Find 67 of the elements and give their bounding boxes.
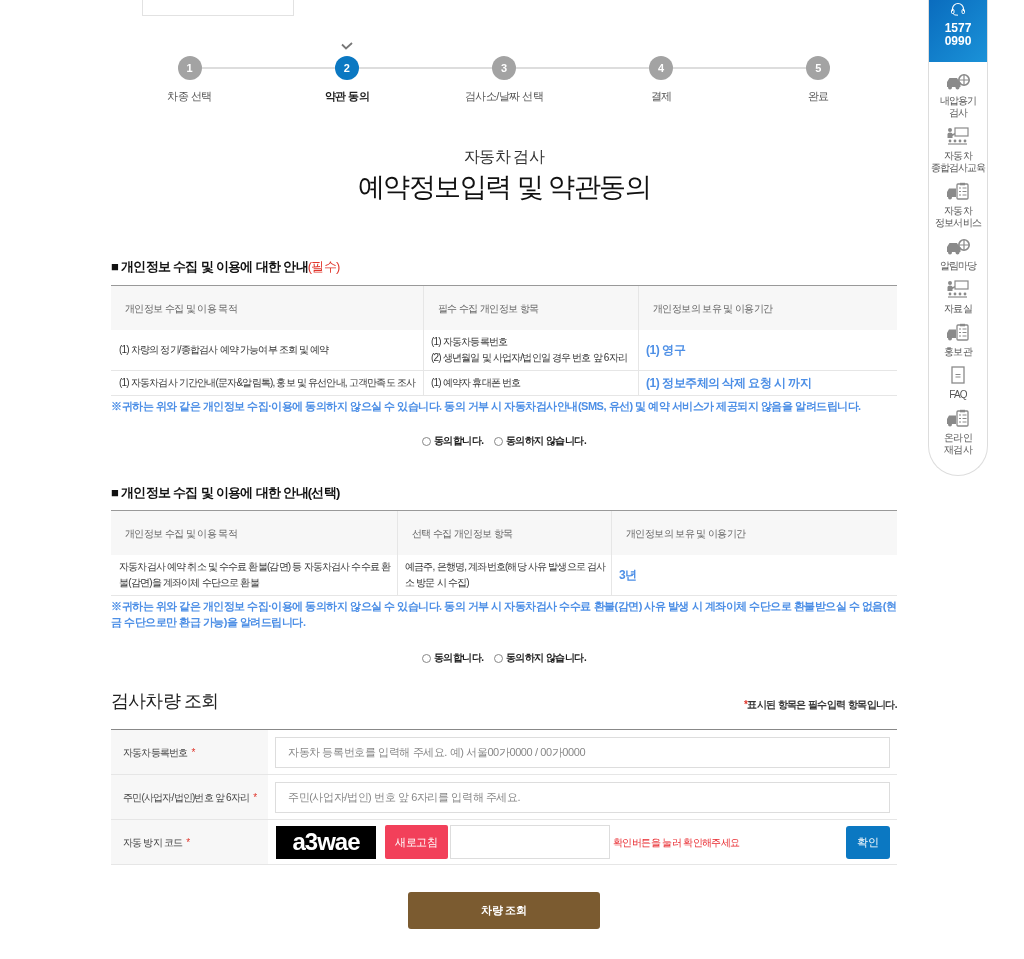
captcha-input-field[interactable]: [450, 825, 610, 859]
confirm-button[interactable]: 확인: [846, 825, 890, 859]
column-header: 개인정보의 보유 및 이용기간: [611, 511, 897, 555]
car-clipboard-icon: [946, 409, 970, 427]
presenter-icon: [946, 280, 970, 298]
radio-option[interactable]: 동의합니다.: [421, 434, 484, 448]
refresh-button[interactable]: 새로고침: [385, 825, 448, 859]
column-header: 필수 수집 개인정보 항목: [423, 286, 638, 330]
radio-icon[interactable]: [493, 653, 503, 663]
column-header: 개인정보 수집 및 이용 목적: [111, 511, 397, 555]
quick-menu-item[interactable]: 자동차 정보서비스: [935, 182, 981, 229]
radio-option[interactable]: 동의하지 않습니다.: [493, 651, 587, 665]
cell-text: (1) 정보주체의 삭제 요청 시 까지: [646, 375, 813, 391]
step-label: 완료: [807, 89, 829, 103]
cell-text: 3년: [619, 567, 638, 583]
vehicle-lookup-button[interactable]: 차량 조회: [408, 892, 600, 929]
notice-text: ※귀하는 위와 같은 개인정보 수집·이용에 동의하지 않으실 수 있습니다. 동의 거부 시 자동차검사 수수료 환불(감면) 사유 발생 시 계좌이체 수단으로 환불받으실 수 없음(현금 수단으로만 환급 가능)을 알려드립니다.: [111, 599, 897, 630]
notice-text: ※귀하는 위와 같은 개인정보 수집·이용에 동의하지 않으실 수 있습니다. 동의 거부 시 자동차검사안내(SMS, 유선) 및 예약 서비스가 제공되지 않음을 알려드립니다.: [111, 399, 862, 414]
field-label: 자동 방지 코드 *: [111, 820, 268, 864]
column-header: 선택 수집 개인정보 항목: [397, 511, 611, 555]
check-icon: [340, 42, 353, 50]
cell-text: (1) 예약자 휴대폰 번호: [431, 376, 522, 390]
radio-option[interactable]: 동의합니다.: [421, 651, 484, 665]
text-input-field[interactable]: 주민(사업자/법인) 번호 앞 6자리를 입력해 주세요.: [275, 781, 890, 813]
quick-menu-item[interactable]: 내압용기 검사: [939, 72, 977, 119]
section-heading: ■ 개인정보 수집 및 이용에 대한 안내(선택): [111, 485, 341, 501]
radio-option[interactable]: 동의하지 않습니다.: [493, 434, 587, 448]
page-subtitle: 자동차 검사: [464, 147, 544, 167]
car-shield-icon: [946, 237, 970, 255]
radio-icon[interactable]: [421, 436, 431, 446]
cell-text: (2) 생년월일 및 사업자/법인일 경우 번호 앞 6자리: [431, 351, 628, 365]
headset-icon: [950, 2, 966, 16]
required-note: *표시된 항목은 필수입력 항목입니다.: [744, 699, 897, 712]
section-heading: ■ 개인정보 수집 및 이용에 대한 안내(필수): [111, 259, 341, 275]
radio-icon[interactable]: [493, 436, 503, 446]
quick-menu-item[interactable]: 온라인 재검사: [944, 409, 972, 456]
captcha-image: a3wae: [276, 825, 376, 859]
field-label: 주민(사업자/법인)번호 앞 6자리 *: [111, 775, 268, 819]
quick-menu-item[interactable]: 알림마당: [939, 237, 977, 272]
section-title: 검사차량 조회: [111, 690, 219, 713]
quick-menu-item[interactable]: 자동차 종합검사교육: [930, 127, 986, 174]
captcha-message: 확인버튼을 눌러 확인해주세요: [613, 835, 740, 850]
step-label: 차종 선택: [167, 89, 212, 103]
cell-text: (1) 차량의 정기/종합검사 예약 가능여부 조회 및 예약: [119, 343, 330, 357]
phone-number: 1577 0990: [944, 22, 972, 48]
radio-icon[interactable]: [421, 653, 431, 663]
text-input-field[interactable]: 자동차 등록번호를 입력해 주세요. 예) 서울00가0000 / 00가0000: [275, 736, 890, 768]
cell-text: (1) 영구: [646, 342, 687, 358]
quick-menu-item[interactable]: FAQ: [949, 366, 967, 401]
quick-menu-item[interactable]: 자료실: [944, 280, 972, 315]
cell-text: 자동차검사 예약 취소 및 수수료 환불(감면) 등 자동차검사 수수료 환불(감면)을 계좌이체 수단으로 환불: [119, 560, 392, 590]
cell-text: (1) 자동차검사 기간안내(문자&알림톡), 홍보 및 유선안내, 고객만족도 조사: [119, 376, 417, 390]
cell-text: (1) 자동차등록번호: [431, 335, 509, 349]
quick-menu-item[interactable]: 홍보관: [944, 323, 972, 358]
document-icon: [951, 366, 965, 384]
column-header: 개인정보 수집 및 이용 목적: [111, 286, 423, 330]
step-label: 검사소/날짜 선택: [464, 89, 544, 103]
field-label: 자동차등록번호 *: [111, 730, 268, 774]
car-clipboard-icon: [946, 182, 970, 200]
step-label: 약관 동의: [324, 89, 370, 103]
step-label: 결제: [650, 89, 672, 103]
presenter-icon: [946, 127, 970, 145]
column-header: 개인정보의 보유 및 이용기간: [638, 286, 897, 330]
car-clipboard-icon: [946, 323, 970, 341]
car-shield-icon: [946, 72, 970, 90]
cell-text: 예금주, 은행명, 계좌번호(해당 사유 발생으로 검사소 방문 시 수집): [405, 560, 607, 590]
page-title: 예약정보입력 및 약관동의: [357, 171, 651, 204]
